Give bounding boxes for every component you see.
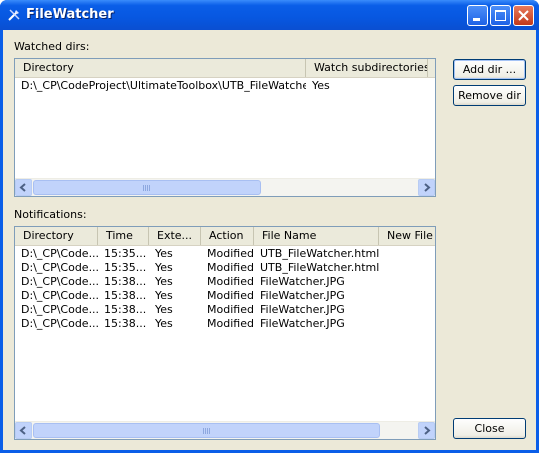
- table-row[interactable]: D:\_CP\Code... 15:38... Yes Modified FileWat…: [15, 303, 435, 317]
- table-row[interactable]: D:\_CP\Code... 15:35... Yes Modified UTB_Fil…: [15, 247, 435, 261]
- row-file-name: FileWatcher.JPG: [260, 303, 345, 316]
- close-button[interactable]: Close: [453, 418, 526, 439]
- notifications-hscrollbar[interactable]: [15, 421, 435, 439]
- row-time: 15:38...: [104, 303, 147, 316]
- arrow-right-icon: [424, 426, 431, 435]
- scroll-left-button[interactable]: [15, 422, 32, 439]
- watched-dirs-hscrollbar[interactable]: [15, 178, 435, 196]
- maximize-icon: [495, 10, 506, 21]
- scroll-left-button[interactable]: [15, 179, 32, 196]
- close-window-button[interactable]: [513, 5, 534, 26]
- row-file-name: UTB_FileWatcher.html: [260, 247, 379, 260]
- row-file-name: UTB_FileWatcher.html: [260, 261, 379, 274]
- watched-dirs-label: Watched dirs:: [14, 40, 90, 53]
- row-extension: Yes: [155, 289, 173, 302]
- row-watch-subdirectories: Yes: [312, 79, 330, 92]
- row-time: 15:38...: [104, 275, 147, 288]
- row-extension: Yes: [155, 261, 173, 274]
- scroll-thumb[interactable]: [33, 423, 380, 438]
- scroll-thumb[interactable]: [33, 180, 261, 195]
- column-header-extension[interactable]: Exte...: [149, 227, 201, 245]
- row-time: 15:38...: [104, 317, 147, 330]
- row-action: Modified: [207, 289, 254, 302]
- watched-dirs-list[interactable]: Directory Watch subdirectories D:\_CP\Co…: [14, 58, 436, 197]
- notifications-header: Directory Time Exte... Action File Name …: [15, 227, 435, 246]
- remove-dir-button[interactable]: Remove dir: [453, 85, 526, 106]
- row-extension: Yes: [155, 275, 173, 288]
- column-header-time[interactable]: Time: [98, 227, 149, 245]
- row-action: Modified: [207, 275, 254, 288]
- row-directory: D:\_CP\Code...: [21, 289, 98, 302]
- title-bar[interactable]: FileWatcher: [0, 0, 539, 30]
- row-extension: Yes: [155, 247, 173, 260]
- row-time: 15:35...: [104, 261, 147, 274]
- row-action: Modified: [207, 261, 254, 274]
- column-header-directory[interactable]: Directory: [15, 227, 98, 245]
- table-row[interactable]: D:\_CP\Code... 15:35... Yes Modified UTB_Fil…: [15, 261, 435, 275]
- minimize-icon: [473, 18, 480, 21]
- table-row[interactable]: D:\_CP\Code... 15:38... Yes Modified FileWat…: [15, 275, 435, 289]
- row-file-name: FileWatcher.JPG: [260, 289, 345, 302]
- table-row[interactable]: D:\_CP\Code... 15:38... Yes Modified FileWat…: [15, 289, 435, 303]
- row-extension: Yes: [155, 317, 173, 330]
- window-title: FileWatcher: [26, 7, 114, 22]
- arrow-right-icon: [424, 183, 431, 192]
- add-dir-button[interactable]: Add dir ...: [453, 59, 526, 80]
- column-header-directory[interactable]: Directory: [15, 59, 306, 77]
- row-action: Modified: [207, 247, 254, 260]
- column-header-file-name[interactable]: File Name: [254, 227, 379, 245]
- row-file-name: FileWatcher.JPG: [260, 275, 345, 288]
- watched-dirs-header: Directory Watch subdirectories: [15, 59, 435, 78]
- row-action: Modified: [207, 303, 254, 316]
- minimize-button[interactable]: [467, 5, 488, 26]
- row-directory: D:\_CP\CodeProject\UltimateToolbox\UTB_F…: [21, 79, 306, 92]
- row-time: 15:35...: [104, 247, 147, 260]
- row-action: Modified: [207, 317, 254, 330]
- arrow-left-icon: [19, 426, 26, 435]
- dialog-client: Watched dirs: Directory Watch subdirecto…: [3, 30, 536, 450]
- notifications-label: Notifications:: [14, 208, 87, 221]
- scroll-right-button[interactable]: [418, 179, 435, 196]
- scroll-right-button[interactable]: [418, 422, 435, 439]
- column-header-watch-subdirectories[interactable]: Watch subdirectories: [306, 59, 428, 77]
- arrow-left-icon: [19, 183, 26, 192]
- close-icon: [518, 10, 529, 21]
- row-directory: D:\_CP\Code...: [21, 247, 98, 260]
- row-directory: D:\_CP\Code...: [21, 317, 98, 330]
- notifications-list[interactable]: Directory Time Exte... Action File Name …: [14, 226, 436, 440]
- row-directory: D:\_CP\Code...: [21, 261, 98, 274]
- row-directory: D:\_CP\Code...: [21, 303, 98, 316]
- tools-icon: [6, 7, 22, 23]
- table-row[interactable]: D:\_CP\CodeProject\UltimateToolbox\UTB_F…: [15, 79, 435, 93]
- row-time: 15:38...: [104, 289, 147, 302]
- table-row[interactable]: D:\_CP\Code... 15:38... Yes Modified FileWat…: [15, 317, 435, 331]
- maximize-button[interactable]: [490, 5, 511, 26]
- filewatcher-window: FileWatcher Watched dirs: Directory Watc…: [0, 0, 539, 453]
- row-file-name: FileWatcher.JPG: [260, 317, 345, 330]
- column-header-action[interactable]: Action: [201, 227, 254, 245]
- column-header-new-file-name[interactable]: New File I: [379, 227, 435, 245]
- row-extension: Yes: [155, 303, 173, 316]
- row-directory: D:\_CP\Code...: [21, 275, 98, 288]
